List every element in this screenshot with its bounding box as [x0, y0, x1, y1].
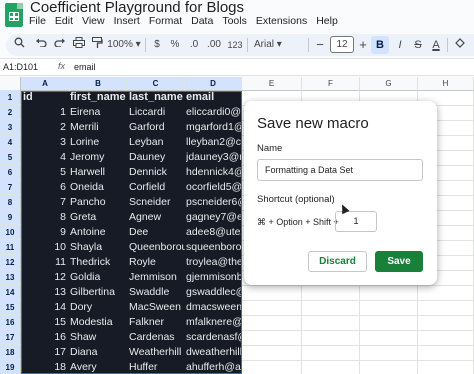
spreadsheet-app: Coefficient Playground for Blogs File Ed… — [0, 0, 474, 374]
macro-name-input[interactable]: Formatting a Data Set — [257, 159, 423, 181]
save-macro-dialog: Save new macro Name Formatting a Data Se… — [244, 101, 437, 285]
dialog-title: Save new macro — [257, 115, 369, 132]
dialog-layer: Save new macro Name Formatting a Data Se… — [0, 0, 474, 374]
discard-button[interactable]: Discard — [308, 251, 367, 272]
shortcut-label: Shortcut (optional) — [257, 194, 335, 205]
name-label: Name — [257, 143, 283, 154]
save-button[interactable]: Save — [375, 251, 423, 272]
shortcut-modifiers: ⌘ + Option + Shift + — [257, 217, 339, 227]
